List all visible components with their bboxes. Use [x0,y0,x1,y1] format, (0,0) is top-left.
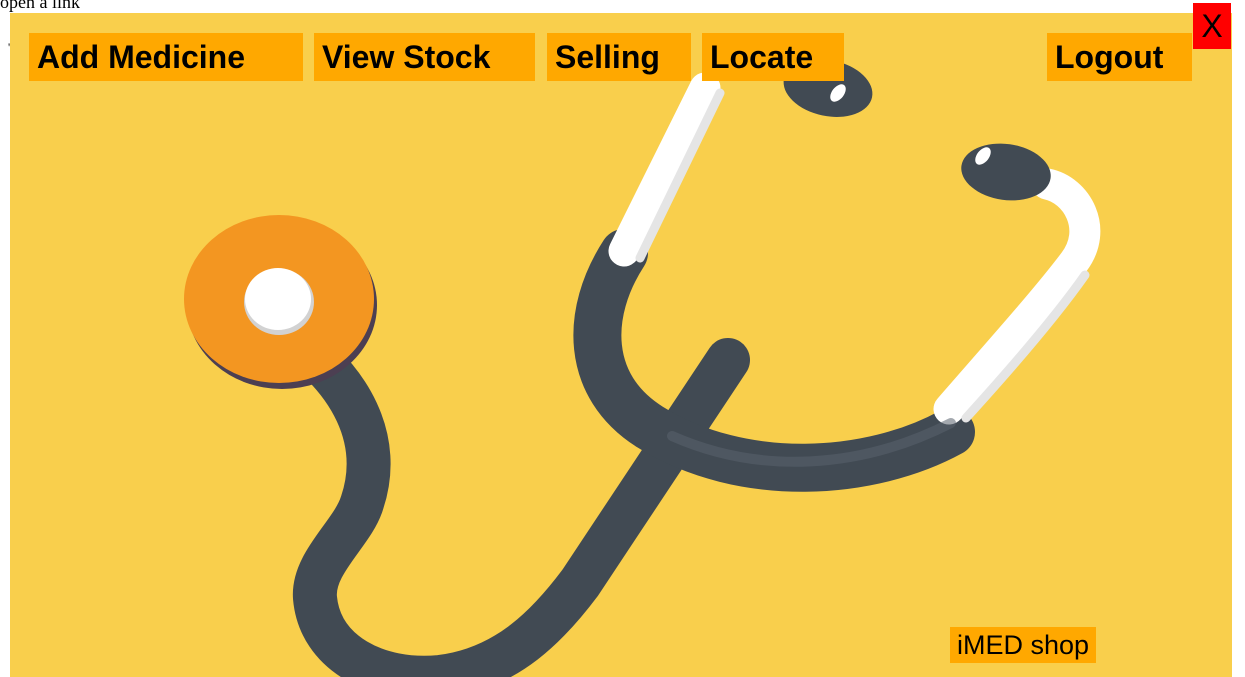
add-medicine-button[interactable]: Add Medicine [29,33,303,81]
shop-label: iMED shop [950,627,1097,663]
chest-piece-center [245,268,311,330]
stethoscope-drawing [184,59,1101,677]
headset-lower-tube [573,229,975,492]
stethoscope-illustration [184,59,1101,677]
stethoscope-tube [262,311,750,677]
logout-button[interactable]: Logout [1047,33,1192,81]
main-panel: Add Medicine View Stock Selling Locate L… [10,13,1232,677]
close-button[interactable]: X [1193,3,1231,49]
view-stock-button[interactable]: View Stock [314,33,535,81]
top-clipped-text: open a link [0,0,80,12]
selling-button[interactable]: Selling [547,33,691,81]
locate-button[interactable]: Locate [702,33,844,81]
left-earpiece-tube [608,72,721,267]
app-window: open a link ' X Add Medici [0,0,1245,677]
